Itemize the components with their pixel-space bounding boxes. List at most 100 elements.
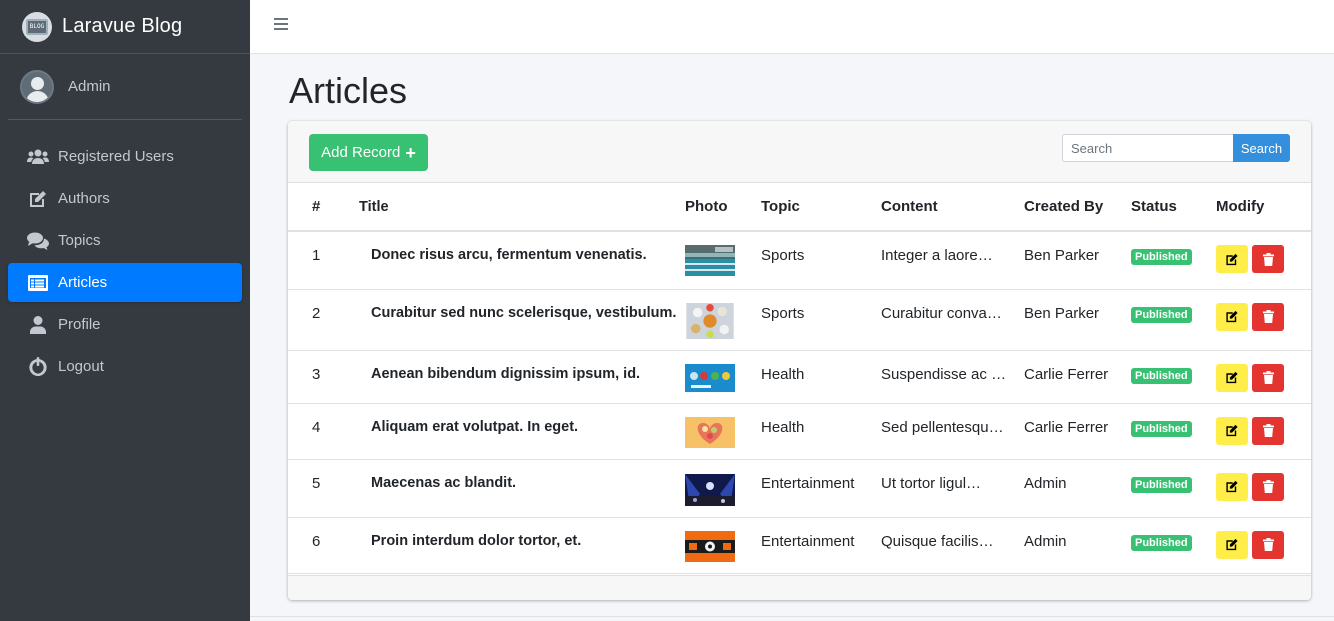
trash-icon (1262, 371, 1274, 384)
edit-button[interactable] (1216, 363, 1248, 392)
row-title: Aenean bibendum dignissim ipsum, id. (371, 365, 641, 382)
row-content: Quisque facilis… (881, 517, 1024, 574)
status-badge: Published (1131, 306, 1192, 323)
user-panel[interactable]: Admin (8, 54, 242, 120)
column-header-modify: Modify (1216, 183, 1311, 232)
row-content: Integer a laore… (881, 231, 1024, 290)
brand-link[interactable]: BLOG Laravue Blog (0, 0, 250, 54)
trash-icon (1262, 252, 1274, 266)
table-row: 2 Curabitur sed nunc scelerisque, vestib… (288, 289, 1311, 351)
delete-button[interactable] (1252, 416, 1284, 445)
trash-icon (1262, 424, 1274, 437)
delete-button[interactable] (1252, 530, 1284, 559)
sidebar: BLOG Laravue Blog Admin Registered Users… (0, 0, 250, 621)
row-created-by: Admin (1024, 459, 1131, 518)
page-title: Articles (289, 70, 408, 111)
sidebar-item-authors[interactable]: Authors (8, 179, 242, 218)
row-content: Suspendisse ac … (881, 350, 1024, 404)
article-photo (685, 245, 735, 276)
row-content: Ut tortor ligul… (881, 459, 1024, 518)
edit-button[interactable] (1216, 530, 1248, 559)
edit-icon (26, 189, 50, 209)
column-header-photo: Photo (685, 183, 761, 232)
sidebar-item-label: Registered Users (58, 148, 174, 165)
add-record-button[interactable]: Add Record + (309, 134, 428, 171)
plus-icon: + (405, 142, 416, 163)
delete-button[interactable] (1252, 302, 1284, 331)
menu-toggle-icon[interactable] (274, 17, 288, 31)
brand-title: Laravue Blog (62, 15, 183, 37)
top-navbar (250, 0, 1334, 54)
users-icon (26, 147, 50, 167)
row-topic: Sports (761, 231, 881, 290)
edit-icon (1226, 371, 1238, 384)
article-photo (686, 302, 734, 339)
column-header-status: Status (1131, 183, 1216, 232)
sidebar-item-logout[interactable]: Logout (8, 347, 242, 386)
edit-button[interactable] (1216, 472, 1248, 501)
column-header-content: Content (881, 183, 1024, 232)
sidebar-item-label: Logout (58, 358, 104, 375)
trash-icon (1262, 310, 1274, 323)
edit-button[interactable] (1216, 416, 1248, 445)
status-badge: Published (1131, 420, 1192, 437)
row-topic: Entertainment (761, 517, 881, 574)
sidebar-item-label: Authors (58, 190, 110, 207)
article-photo (685, 363, 735, 392)
row-number: 4 (288, 403, 346, 460)
sidebar-item-label: Profile (58, 316, 101, 333)
delete-button[interactable] (1252, 472, 1284, 501)
sidebar-item-registered-users[interactable]: Registered Users (8, 137, 242, 176)
row-number: 1 (288, 231, 346, 290)
row-topic: Entertainment (761, 459, 881, 518)
article-photo (685, 530, 735, 562)
row-number: 3 (288, 350, 346, 404)
trash-icon (1262, 538, 1274, 551)
sidebar-item-profile[interactable]: Profile (8, 305, 242, 344)
status-badge: Published (1131, 249, 1192, 265)
sidebar-item-topics[interactable]: Topics (8, 221, 242, 260)
row-created-by: Ben Parker (1024, 289, 1131, 351)
edit-icon (1226, 480, 1238, 493)
card-header: Add Record + Search (288, 121, 1311, 183)
row-title: Aliquam erat volutpat. In eget. (371, 418, 579, 435)
table-row: 5 Maecenas ac blandit. Entertainment Ut … (288, 459, 1311, 518)
table-row: 6 Proin interdum dolor tortor, et. Enter… (288, 517, 1311, 574)
row-created-by: Carlie Ferrer (1024, 403, 1131, 460)
power-off-icon (26, 357, 50, 377)
delete-button[interactable] (1252, 363, 1284, 392)
sidebar-item-articles[interactable]: Articles (8, 263, 242, 302)
articles-card: Add Record + Search # Title Photo Topic … (288, 121, 1311, 600)
edit-icon (1226, 253, 1238, 265)
search-button[interactable]: Search (1233, 134, 1290, 162)
edit-button[interactable] (1216, 245, 1248, 273)
status-badge: Published (1131, 367, 1192, 384)
row-topic: Sports (761, 289, 881, 351)
sidebar-nav: Registered Users Authors Topics Articles… (0, 120, 250, 386)
row-number: 6 (288, 517, 346, 574)
search-input[interactable] (1062, 134, 1233, 162)
edit-button[interactable] (1216, 302, 1248, 331)
table-row: 1 Donec risus arcu, fermentum venenatis.… (288, 231, 1311, 290)
row-title: Donec risus arcu, fermentum venenatis. (371, 247, 647, 263)
sidebar-item-label: Articles (58, 274, 108, 291)
card-footer (288, 575, 1311, 600)
user-name: Admin (68, 78, 111, 95)
list-alt-icon (26, 273, 50, 293)
add-record-label: Add Record (321, 144, 401, 161)
article-photo (685, 473, 735, 506)
trash-icon (1262, 480, 1274, 493)
row-created-by: Carlie Ferrer (1024, 350, 1131, 404)
row-number: 5 (288, 459, 346, 518)
row-title: Curabitur sed nunc scelerisque, vestibul… (371, 304, 677, 321)
status-badge: Published (1131, 476, 1192, 493)
user-icon (26, 315, 50, 335)
delete-button[interactable] (1252, 245, 1284, 273)
table-row: 4 Aliquam erat volutpat. In eget. Health… (288, 403, 1311, 460)
row-content: Sed pellentesqu… (881, 403, 1024, 460)
column-header-number: # (288, 183, 346, 232)
edit-icon (1226, 424, 1238, 437)
article-photo (685, 416, 735, 448)
row-content: Curabitur conva… (881, 289, 1024, 351)
articles-table: # Title Photo Topic Content Created By S… (288, 183, 1311, 574)
